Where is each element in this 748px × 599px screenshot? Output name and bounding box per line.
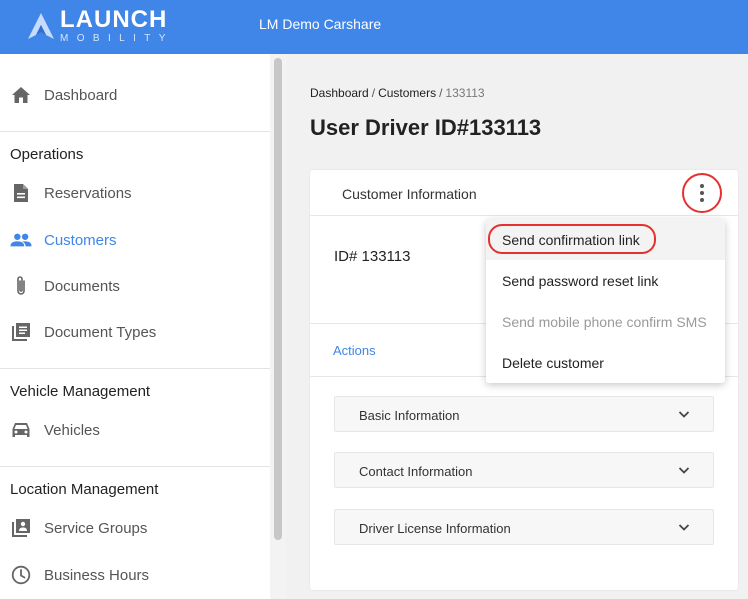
sidebar-item-document-types[interactable]: Document Types — [0, 312, 270, 352]
paperclip-icon — [10, 275, 32, 297]
people-icon — [10, 229, 32, 251]
accordion-label: Contact Information — [359, 464, 473, 479]
accordion-basic-information[interactable]: Basic Information — [334, 396, 714, 432]
sidebar-item-dashboard[interactable]: Dashboard — [0, 75, 270, 115]
chevron-down-icon — [677, 407, 691, 421]
sidebar-item-label: Customers — [44, 231, 117, 249]
sidebar-item-label: Service Groups — [44, 519, 148, 537]
highlight-annotation — [488, 224, 656, 254]
menu-item-label: Send password reset link — [502, 272, 659, 289]
clock-icon — [10, 564, 32, 586]
home-icon — [10, 84, 32, 106]
sidebar-item-documents[interactable]: Documents — [0, 266, 270, 306]
page-title: User Driver ID#133113 — [310, 115, 542, 140]
accordion-label: Driver License Information — [359, 521, 511, 536]
card-title: Customer Information — [342, 186, 477, 202]
customer-actions-menu: Send confirmation link Send password res… — [486, 219, 725, 383]
logo-word: LAUNCH — [60, 6, 168, 33]
more-vert-icon[interactable] — [682, 173, 722, 213]
app-title: LM Demo Carshare — [259, 16, 382, 32]
sidebar-scrollbar-thumb[interactable] — [274, 58, 282, 540]
accordion-contact-information[interactable]: Contact Information — [334, 452, 714, 488]
sidebar-item-customers[interactable]: Customers — [0, 220, 270, 260]
sidebar-item-label: Document Types — [44, 323, 157, 341]
sidebar-item-label: Vehicles — [44, 421, 100, 439]
tab-actions[interactable]: Actions — [333, 343, 376, 358]
divider — [0, 466, 270, 467]
divider — [0, 368, 270, 369]
menu-item-send-password-reset-link[interactable]: Send password reset link — [486, 260, 725, 301]
section-title-location-management: Location Management — [10, 481, 159, 498]
document-icon — [10, 182, 32, 204]
menu-item-send-confirmation-link[interactable]: Send confirmation link — [486, 219, 725, 260]
breadcrumb-dashboard[interactable]: Dashboard — [310, 86, 369, 100]
customer-id: ID# 133113 — [334, 248, 411, 265]
breadcrumb-current: 133113 — [445, 86, 485, 100]
menu-item-label: Send mobile phone confirm SMS — [502, 313, 707, 330]
accordion-driver-license-information[interactable]: Driver License Information — [334, 509, 714, 545]
sidebar-item-label: Business Hours — [44, 566, 150, 584]
section-title-vehicle-management: Vehicle Management — [10, 383, 151, 400]
section-title-operations: Operations — [10, 146, 84, 163]
menu-item-delete-customer[interactable]: Delete customer — [486, 342, 725, 383]
sidebar-item-vehicles[interactable]: Vehicles — [0, 410, 270, 450]
sidebar-item-label: Documents — [44, 277, 120, 295]
breadcrumb-customers[interactable]: Customers — [378, 86, 436, 100]
top-bar: LAUNCH MOBILITY LM Demo Carshare — [0, 0, 748, 54]
group-icon — [10, 517, 32, 539]
sidebar-item-service-groups[interactable]: Service Groups — [0, 508, 270, 548]
breadcrumb-separator: / — [371, 86, 376, 100]
divider — [0, 131, 270, 132]
car-icon — [10, 419, 32, 441]
logo-subword: MOBILITY — [60, 33, 174, 44]
sidebar-item-business-hours[interactable]: Business Hours — [0, 555, 270, 595]
sidebar-item-label: Dashboard — [44, 86, 118, 104]
breadcrumb-separator: / — [439, 86, 443, 100]
sidebar-item-reservations[interactable]: Reservations — [0, 173, 270, 213]
sidebar: Dashboard Operations Reservations Custom… — [0, 54, 286, 599]
breadcrumb: Dashboard / Customers / 133113 — [310, 86, 485, 100]
menu-item-send-mobile-phone-confirm-sms: Send mobile phone confirm SMS — [486, 301, 725, 342]
chevron-down-icon — [677, 463, 691, 477]
chevron-down-icon — [677, 520, 691, 534]
library-icon — [10, 321, 32, 343]
logo-mark-icon — [26, 11, 56, 41]
launch-mobility-logo[interactable]: LAUNCH MOBILITY — [26, 6, 174, 46]
sidebar-item-label: Reservations — [44, 184, 132, 202]
menu-item-label: Delete customer — [502, 354, 604, 371]
card-header: Customer Information — [310, 170, 738, 216]
accordion-label: Basic Information — [359, 408, 460, 423]
